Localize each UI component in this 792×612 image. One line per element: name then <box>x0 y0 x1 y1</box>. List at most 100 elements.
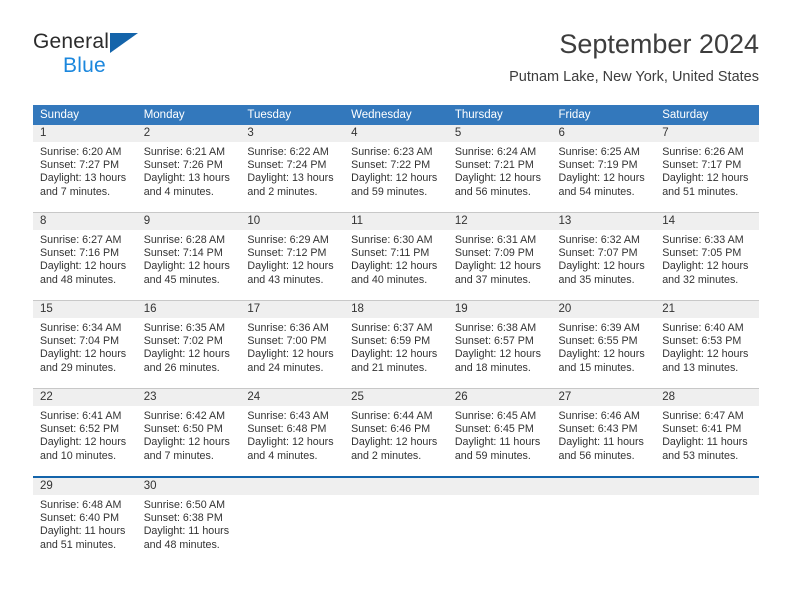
day-info: Sunrise: 6:45 AM Sunset: 6:45 PM Daylight:… <box>448 406 552 463</box>
day-info: Sunrise: 6:38 AM Sunset: 6:57 PM Daylight:… <box>448 318 552 375</box>
day-info-sunset: Sunset: 7:26 PM <box>143 159 223 172</box>
calendar-day-cell[interactable]: 29 Sunrise: 6:48 AM Sunset: 6:40 PM Dayligh… <box>33 476 137 565</box>
calendar-day-cell <box>447 476 552 565</box>
calendar-day-cell[interactable]: 24 Sunrise: 6:43 AM Sunset: 6:48 PM Dayligh… <box>240 388 345 477</box>
calendar-table: Sunday Monday Tuesday Wednesday Thursday… <box>33 105 759 565</box>
calendar-day-cell[interactable]: 4 Sunrise: 6:23 AM Sunset: 7:22 PM Daylight… <box>344 125 448 213</box>
day-info: Sunrise: 6:41 AM Sunset: 6:52 PM Daylight:… <box>33 406 137 463</box>
calendar-day-cell[interactable]: 7 Sunrise: 6:26 AM Sunset: 7:17 PM Daylight… <box>655 125 759 213</box>
day-info-sunrise: Sunrise: 6:40 AM <box>662 322 744 334</box>
day-info-daylight-line2: and 26 minutes. <box>143 361 220 374</box>
day-number: 7 <box>655 125 759 142</box>
calendar-day-cell[interactable]: 6 Sunrise: 6:25 AM Sunset: 7:19 PM Daylight… <box>551 125 656 213</box>
calendar-header-row: Sunday Monday Tuesday Wednesday Thursday… <box>33 105 759 125</box>
day-number: 16 <box>136 301 241 318</box>
calendar-day-cell[interactable]: 14 Sunrise: 6:33 AM Sunset: 7:05 PM Dayligh… <box>655 212 759 301</box>
calendar-day-cell[interactable]: 18 Sunrise: 6:37 AM Sunset: 6:59 PM Dayligh… <box>344 300 448 389</box>
day-info-daylight-line1: Daylight: 12 hours <box>143 260 230 273</box>
day-info-daylight-line1: Daylight: 12 hours <box>143 348 230 361</box>
day-info-sunrise: Sunrise: 6:34 AM <box>40 322 122 334</box>
day-cell-inner: 6 Sunrise: 6:25 AM Sunset: 7:19 PM Daylight… <box>551 125 656 212</box>
calendar-page: General Blue September 2024 Putnam Lake,… <box>0 0 792 612</box>
calendar-day-cell[interactable]: 1 Sunrise: 6:20 AM Sunset: 7:27 PM Daylight… <box>33 125 137 213</box>
day-info-daylight-line1: Daylight: 12 hours <box>662 348 749 361</box>
calendar-day-cell[interactable]: 12 Sunrise: 6:31 AM Sunset: 7:09 PM Dayligh… <box>447 212 552 301</box>
calendar-day-cell[interactable]: 30 Sunrise: 6:50 AM Sunset: 6:38 PM Dayligh… <box>136 476 241 565</box>
day-info-sunrise: Sunrise: 6:32 AM <box>558 234 640 246</box>
day-info-daylight-line1: Daylight: 12 hours <box>558 260 645 273</box>
day-info-daylight-line2: and 48 minutes. <box>143 538 220 551</box>
weekday-header-saturday: Saturday <box>655 105 759 125</box>
day-info: Sunrise: 6:46 AM Sunset: 6:43 PM Daylight:… <box>552 406 656 463</box>
day-info-sunrise: Sunrise: 6:35 AM <box>143 322 226 334</box>
calendar-day-cell[interactable]: 21 Sunrise: 6:40 AM Sunset: 6:53 PM Dayligh… <box>655 300 759 389</box>
calendar-day-cell[interactable]: 23 Sunrise: 6:42 AM Sunset: 6:50 PM Dayligh… <box>136 388 241 477</box>
calendar-day-cell[interactable]: 9 Sunrise: 6:28 AM Sunset: 7:14 PM Daylight… <box>136 212 241 301</box>
day-info-daylight-line2: and 21 minutes. <box>351 361 428 374</box>
day-info-daylight-line1: Daylight: 12 hours <box>351 348 438 361</box>
day-cell-inner: 8 Sunrise: 6:27 AM Sunset: 7:16 PM Daylight… <box>33 213 137 300</box>
day-info-sunset: Sunset: 6:55 PM <box>558 335 638 348</box>
calendar-day-cell[interactable]: 10 Sunrise: 6:29 AM Sunset: 7:12 PM Dayligh… <box>240 212 345 301</box>
day-cell-inner: 4 Sunrise: 6:23 AM Sunset: 7:22 PM Daylight… <box>344 125 448 212</box>
day-cell-inner <box>551 478 656 565</box>
day-number: 12 <box>447 213 552 230</box>
calendar-day-cell[interactable]: 3 Sunrise: 6:22 AM Sunset: 7:24 PM Daylight… <box>240 125 345 213</box>
day-info-daylight-line1: Daylight: 12 hours <box>40 348 127 361</box>
calendar-day-cell[interactable]: 26 Sunrise: 6:45 AM Sunset: 6:45 PM Dayligh… <box>447 388 552 477</box>
calendar-day-cell[interactable]: 28 Sunrise: 6:47 AM Sunset: 6:41 PM Dayligh… <box>655 388 759 477</box>
calendar-day-cell[interactable]: 8 Sunrise: 6:27 AM Sunset: 7:16 PM Daylight… <box>33 212 137 301</box>
day-number: 24 <box>240 389 345 406</box>
day-info-sunset: Sunset: 7:00 PM <box>247 335 327 348</box>
weekday-header-monday: Monday <box>136 105 241 125</box>
day-info-sunset: Sunset: 6:53 PM <box>662 335 742 348</box>
day-info-sunset: Sunset: 7:02 PM <box>143 335 223 348</box>
calendar-day-cell[interactable]: 27 Sunrise: 6:46 AM Sunset: 6:43 PM Dayligh… <box>551 388 656 477</box>
calendar-day-cell[interactable]: 20 Sunrise: 6:39 AM Sunset: 6:55 PM Dayligh… <box>551 300 656 389</box>
day-info-daylight-line2: and 59 minutes. <box>454 449 531 462</box>
day-number: 21 <box>655 301 759 318</box>
day-info-sunset: Sunset: 7:17 PM <box>662 159 742 172</box>
day-info-daylight-line1: Daylight: 12 hours <box>351 172 438 185</box>
day-info-daylight-line1: Daylight: 12 hours <box>662 260 749 273</box>
day-cell-inner: 11 Sunrise: 6:30 AM Sunset: 7:11 PM Dayligh… <box>344 213 448 300</box>
day-info-daylight-line1: Daylight: 11 hours <box>143 525 230 538</box>
day-info-daylight-line1: Daylight: 12 hours <box>351 260 438 273</box>
calendar-day-cell[interactable]: 16 Sunrise: 6:35 AM Sunset: 7:02 PM Dayligh… <box>136 300 241 389</box>
day-number <box>344 478 448 495</box>
day-info: Sunrise: 6:28 AM Sunset: 7:14 PM Daylight:… <box>137 230 241 287</box>
day-number: 20 <box>551 301 656 318</box>
day-info-daylight-line2: and 24 minutes. <box>247 361 324 374</box>
day-info <box>448 495 552 499</box>
day-info-sunrise: Sunrise: 6:45 AM <box>454 410 537 422</box>
calendar-day-cell[interactable]: 2 Sunrise: 6:21 AM Sunset: 7:26 PM Daylight… <box>136 125 241 213</box>
day-info-daylight-line1: Daylight: 12 hours <box>143 436 230 449</box>
day-cell-inner: 15 Sunrise: 6:34 AM Sunset: 7:04 PM Dayligh… <box>33 301 137 388</box>
day-cell-inner: 30 Sunrise: 6:50 AM Sunset: 6:38 PM Dayligh… <box>136 478 241 565</box>
calendar-day-cell[interactable]: 22 Sunrise: 6:41 AM Sunset: 6:52 PM Dayligh… <box>33 388 137 477</box>
calendar-day-cell[interactable]: 13 Sunrise: 6:32 AM Sunset: 7:07 PM Dayligh… <box>551 212 656 301</box>
day-info-daylight-line2: and 56 minutes. <box>454 185 531 198</box>
day-info: Sunrise: 6:35 AM Sunset: 7:02 PM Daylight:… <box>137 318 241 375</box>
calendar-day-cell[interactable]: 15 Sunrise: 6:34 AM Sunset: 7:04 PM Dayligh… <box>33 300 137 389</box>
calendar-day-cell[interactable]: 17 Sunrise: 6:36 AM Sunset: 7:00 PM Dayligh… <box>240 300 345 389</box>
calendar-day-cell[interactable]: 11 Sunrise: 6:30 AM Sunset: 7:11 PM Dayligh… <box>344 212 448 301</box>
logo-text-blue: Blue <box>63 54 106 77</box>
day-info-daylight-line2: and 7 minutes. <box>143 449 214 462</box>
weekday-header-wednesday: Wednesday <box>344 105 448 125</box>
calendar-day-cell[interactable]: 25 Sunrise: 6:44 AM Sunset: 6:46 PM Dayligh… <box>344 388 448 477</box>
calendar-day-cell[interactable]: 5 Sunrise: 6:24 AM Sunset: 7:21 PM Daylight… <box>447 125 552 213</box>
weekday-header-sunday: Sunday <box>33 105 137 125</box>
calendar-day-cell[interactable]: 19 Sunrise: 6:38 AM Sunset: 6:57 PM Dayligh… <box>447 300 552 389</box>
day-number: 26 <box>447 389 552 406</box>
day-number: 3 <box>240 125 345 142</box>
day-info: Sunrise: 6:34 AM Sunset: 7:04 PM Daylight:… <box>33 318 137 375</box>
day-info: Sunrise: 6:37 AM Sunset: 6:59 PM Daylight:… <box>344 318 448 375</box>
day-info-sunrise: Sunrise: 6:50 AM <box>143 499 226 511</box>
day-cell-inner: 12 Sunrise: 6:31 AM Sunset: 7:09 PM Dayligh… <box>447 213 552 300</box>
day-info: Sunrise: 6:44 AM Sunset: 6:46 PM Daylight:… <box>344 406 448 463</box>
logo-triangle-icon <box>110 33 138 53</box>
day-info-sunset: Sunset: 7:11 PM <box>351 247 430 260</box>
day-info <box>655 495 759 499</box>
day-info-sunrise: Sunrise: 6:46 AM <box>558 410 640 422</box>
